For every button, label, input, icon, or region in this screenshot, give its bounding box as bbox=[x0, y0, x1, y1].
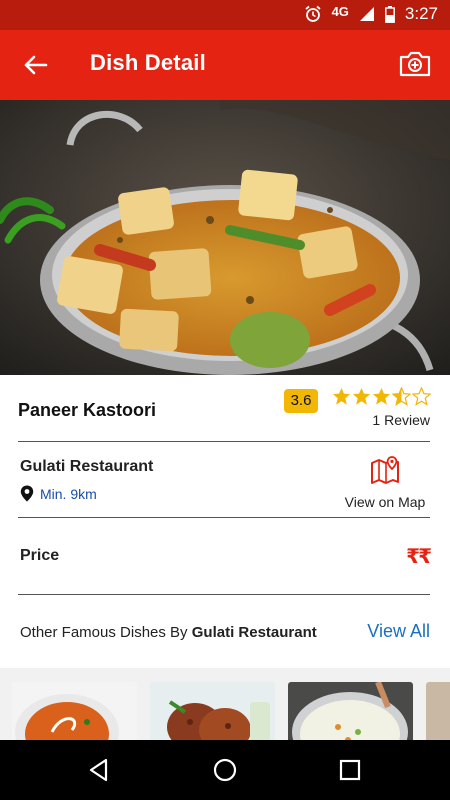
dish-name: Paneer Kastoori bbox=[18, 400, 157, 420]
signal-icon bbox=[359, 7, 374, 21]
star-half-icon bbox=[392, 387, 411, 406]
recents-square-icon[interactable] bbox=[337, 757, 363, 783]
review-count[interactable]: 1 Review bbox=[372, 412, 430, 428]
divider bbox=[18, 441, 430, 442]
distance: Min. 9km bbox=[20, 485, 97, 502]
app-bar: Dish Detail bbox=[0, 30, 450, 100]
dish-thumbnail-more[interactable] bbox=[426, 682, 450, 740]
alarm-icon bbox=[304, 5, 321, 22]
dish-thumbnail-soup[interactable] bbox=[12, 682, 137, 740]
price-label: Price bbox=[20, 547, 60, 564]
dish-header: Paneer Kastoori 3.6 1 Review bbox=[0, 375, 450, 441]
view-all-link[interactable]: View All bbox=[367, 621, 430, 642]
other-dishes-restaurant: Gulati Restaurant bbox=[191, 624, 317, 641]
status-bar: 4G 3:27 bbox=[0, 0, 450, 30]
add-photo-icon[interactable] bbox=[398, 49, 432, 79]
view-on-map-button[interactable]: View on Map bbox=[340, 455, 430, 510]
dish-thumbnails bbox=[0, 668, 450, 740]
star-empty-icon bbox=[412, 387, 431, 406]
star-full-icon bbox=[352, 387, 371, 405]
other-dishes-prefix: Other Famous Dishes By bbox=[20, 624, 192, 641]
dish-thumbnail-tandoori[interactable] bbox=[150, 682, 275, 740]
page-title: Dish Detail bbox=[90, 50, 206, 75]
divider bbox=[18, 594, 430, 595]
map-icon bbox=[371, 456, 399, 484]
rating-badge: 3.6 bbox=[284, 389, 318, 413]
restaurant-name[interactable]: Gulati Restaurant bbox=[20, 458, 153, 476]
network-type: 4G bbox=[331, 3, 349, 19]
battery-icon bbox=[385, 5, 395, 23]
arrow-back-icon[interactable] bbox=[20, 50, 50, 80]
star-full-icon bbox=[372, 387, 391, 405]
system-nav-bar bbox=[0, 740, 450, 800]
price-value: ₹₹ bbox=[406, 546, 432, 568]
other-dishes-heading: Other Famous Dishes By Gulati Restaurant bbox=[20, 624, 317, 641]
star-full-icon bbox=[332, 387, 351, 405]
location-pin-icon bbox=[20, 485, 34, 502]
home-circle-icon[interactable] bbox=[212, 757, 238, 783]
view-on-map-label: View on Map bbox=[344, 494, 426, 510]
dish-image bbox=[0, 100, 450, 375]
star-rating bbox=[332, 387, 431, 406]
divider bbox=[18, 517, 430, 518]
distance-text: Min. 9km bbox=[40, 485, 97, 502]
clock: 3:27 bbox=[404, 4, 438, 23]
back-triangle-icon[interactable] bbox=[86, 757, 112, 783]
dish-thumbnail-raita[interactable] bbox=[288, 682, 413, 740]
